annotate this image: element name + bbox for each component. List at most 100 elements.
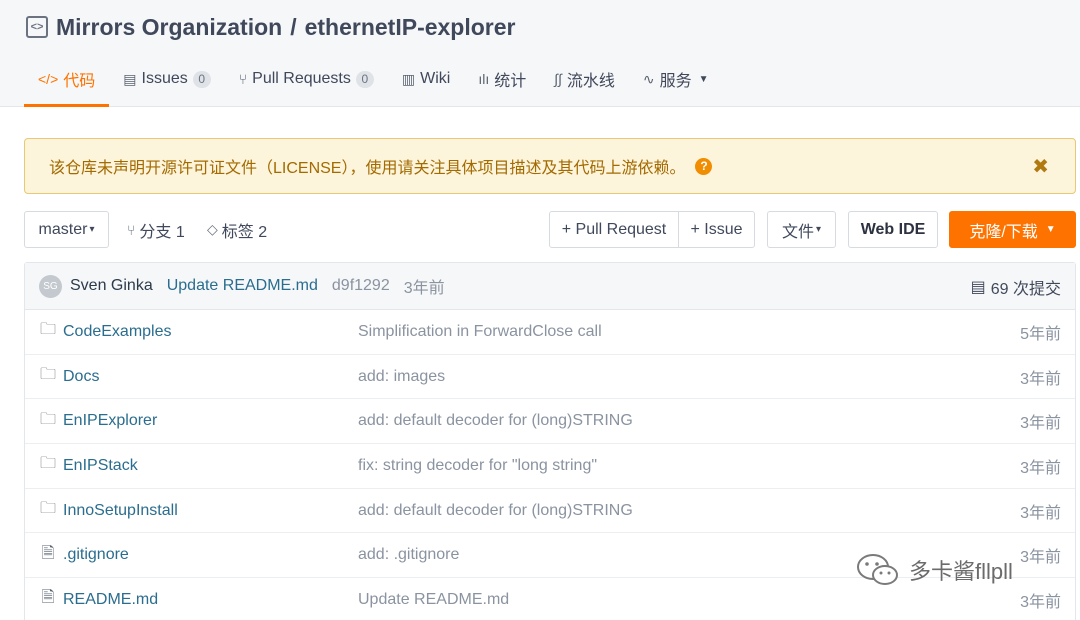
web-ide-button[interactable]: Web IDE (848, 211, 938, 248)
tab-pipeline-label: 流水线 (566, 73, 615, 90)
folder-icon: 🗀 (39, 366, 56, 384)
file-name-label: EnIPStack (63, 456, 138, 474)
file-row[interactable]: 🗀 EnIPStack fix: string decoder for "long… (25, 444, 1075, 489)
tag-icon: ◇ (207, 221, 218, 237)
file-age: 5年前 (1020, 325, 1061, 343)
stats-icon: ılı (478, 71, 490, 87)
watermark-text: 多卡酱fllpll (909, 559, 1013, 584)
file-commit-message[interactable]: Simplification in ForwardClose call (358, 323, 602, 341)
file-row[interactable]: 🗀 Docs add: images 3年前 (25, 355, 1075, 400)
repo-org-link[interactable]: Mirrors Organization (56, 14, 282, 41)
tab-services[interactable]: ∿ 服务 ▼ (629, 58, 723, 107)
wiki-icon: ▥ (401, 70, 416, 87)
file-name-link[interactable]: 🗀 Docs (39, 363, 99, 390)
repo-name-link[interactable]: ethernetIP-explorer (305, 14, 516, 41)
file-name-link[interactable]: 🗀 EnIPExplorer (39, 408, 157, 435)
commit-message-link[interactable]: Update README.md (167, 277, 318, 295)
issues-icon: ▤ (123, 70, 137, 87)
file-name-label: EnIPExplorer (63, 412, 158, 430)
repo-title: <> Mirrors Organization / ethernetIP-exp… (26, 12, 516, 42)
file-name-link[interactable]: 🗎 README.md (39, 586, 159, 613)
new-issue-label: + Issue (690, 220, 743, 238)
pull-requests-count-badge: 0 (355, 70, 374, 88)
repo-header: <> Mirrors Organization / ethernetIP-exp… (0, 0, 1080, 107)
chevron-down-icon: ▾ (815, 224, 822, 235)
file-name-label: CodeExamples (63, 322, 172, 340)
chevron-down-icon: ▼ (698, 73, 709, 85)
commits-count-label: 69 次提交 (990, 280, 1061, 298)
file-row[interactable]: 🗀 InnoSetupInstall add: default decoder f… (25, 489, 1075, 534)
file-row[interactable]: 🗀 CodeExamples Simplification in ForwardC… (25, 310, 1075, 355)
chevron-down-icon: ▼ (1045, 224, 1056, 235)
help-icon[interactable]: ? (695, 157, 713, 175)
tags-label: 标签 2 (221, 223, 268, 241)
chevron-down-icon: ▾ (89, 224, 95, 235)
tab-services-label: 服务 (659, 73, 692, 90)
commit-author-link[interactable]: Sven Ginka (70, 277, 153, 295)
branches-link[interactable]: ⑂ 分支 1 (127, 211, 185, 248)
branch-icon: ⑂ (127, 221, 136, 238)
file-name-label: Docs (63, 367, 100, 385)
new-pull-request-button[interactable]: + Pull Request (549, 211, 679, 248)
repo-toolbar: master ▾ ⑂ 分支 1 ◇ 标签 2 + Pull Request + … (24, 211, 1076, 248)
files-dropdown-label: 文件 (781, 223, 814, 241)
new-issue-button[interactable]: + Issue (678, 211, 755, 248)
pull-request-icon: ⑂ (238, 71, 248, 87)
file-commit-message[interactable]: add: default decoder for (long)STRING (358, 502, 633, 520)
file-commit-message[interactable]: fix: string decoder for "long string" (358, 457, 597, 475)
file-commit-message[interactable]: Update README.md (358, 591, 509, 609)
files-dropdown-button[interactable]: 文件 ▾ (767, 211, 836, 248)
issues-count-badge: 0 (192, 70, 211, 88)
file-age: 3年前 (1020, 415, 1061, 433)
branches-label: 分支 1 (139, 223, 185, 241)
file-age: 3年前 (1020, 370, 1061, 388)
tab-pipeline[interactable]: ∫∫ 流水线 (540, 58, 629, 107)
file-row[interactable]: 🗀 EnIPExplorer add: default decoder for (… (25, 399, 1075, 445)
branch-select[interactable]: master ▾ (24, 211, 109, 248)
file-name-link[interactable]: 🗀 InnoSetupInstall (39, 497, 178, 524)
file-age: 3年前 (1020, 593, 1061, 611)
folder-icon: 🗀 (39, 500, 56, 518)
tab-stats[interactable]: ılı 统计 (464, 58, 540, 107)
license-warning-text: 该仓库未声明开源许可证文件（LICENSE），使用请关注具体项目描述及其代码上游… (49, 160, 686, 177)
tab-code[interactable]: </> 代码 (24, 58, 110, 107)
file-age: 3年前 (1020, 549, 1061, 567)
clone-download-label: 克隆/下载 (969, 223, 1038, 241)
file-commit-message[interactable]: add: images (358, 368, 445, 386)
tab-pull-requests[interactable]: ⑂ Pull Requests 0 (225, 58, 388, 107)
tab-wiki-label: Wiki (420, 70, 451, 87)
clone-download-button[interactable]: 克隆/下载 ▼ (949, 211, 1076, 248)
tab-code-label: 代码 (63, 73, 96, 90)
latest-commit-bar: SG Sven Ginka Update README.md d9f1292 3… (25, 263, 1075, 310)
branch-select-label: master (38, 220, 88, 238)
tab-pull-requests-label: Pull Requests (252, 70, 351, 87)
file-icon: 🗎 (41, 544, 55, 562)
file-name-link[interactable]: 🗀 EnIPStack (39, 452, 138, 479)
new-pull-request-label: + Pull Request (561, 220, 667, 238)
tab-issues[interactable]: ▤ Issues 0 (109, 58, 224, 107)
repo-tabs: </> 代码 ▤ Issues 0 ⑂ Pull Requests 0 ▥ Wi… (24, 58, 723, 107)
file-icon: 🗎 (41, 589, 55, 607)
tab-wiki[interactable]: ▥ Wiki (388, 58, 464, 107)
commits-count-link[interactable]: ▤ 69 次提交 (971, 263, 1061, 310)
file-commit-message[interactable]: add: .gitignore (358, 546, 459, 564)
commit-sha-link[interactable]: d9f1292 (332, 277, 390, 295)
file-name-link[interactable]: 🗀 CodeExamples (39, 318, 172, 345)
services-icon: ∿ (642, 70, 655, 87)
commits-icon: ▤ (970, 278, 986, 296)
close-icon[interactable]: ✖ (1032, 154, 1049, 179)
wechat-icon (857, 554, 898, 585)
file-name-label: README.md (63, 590, 159, 608)
file-age: 3年前 (1020, 459, 1061, 477)
pipeline-icon: ∫∫ (554, 71, 562, 87)
folder-icon: 🗀 (39, 321, 56, 339)
file-name-link[interactable]: 🗎 .gitignore (39, 542, 129, 569)
file-commit-message[interactable]: add: default decoder for (long)STRING (358, 412, 633, 430)
file-name-label: InnoSetupInstall (63, 501, 178, 519)
avatar[interactable]: SG (39, 274, 62, 298)
tags-link[interactable]: ◇ 标签 2 (207, 211, 267, 248)
folder-icon: 🗀 (39, 410, 56, 428)
folder-icon: 🗀 (39, 455, 56, 473)
watermark: 多卡酱fllpll (855, 552, 1013, 588)
code-icon: </> (38, 71, 59, 87)
